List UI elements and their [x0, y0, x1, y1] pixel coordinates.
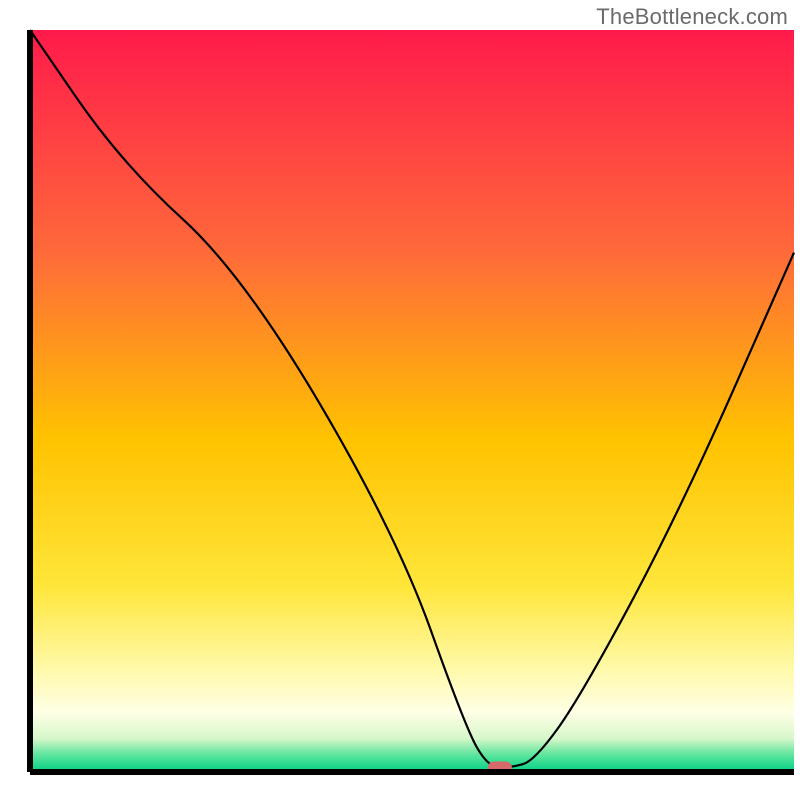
chart-container: TheBottleneck.com — [0, 0, 800, 800]
chart-svg — [0, 0, 800, 800]
plot-background — [30, 30, 794, 772]
watermark-text: TheBottleneck.com — [596, 4, 788, 30]
